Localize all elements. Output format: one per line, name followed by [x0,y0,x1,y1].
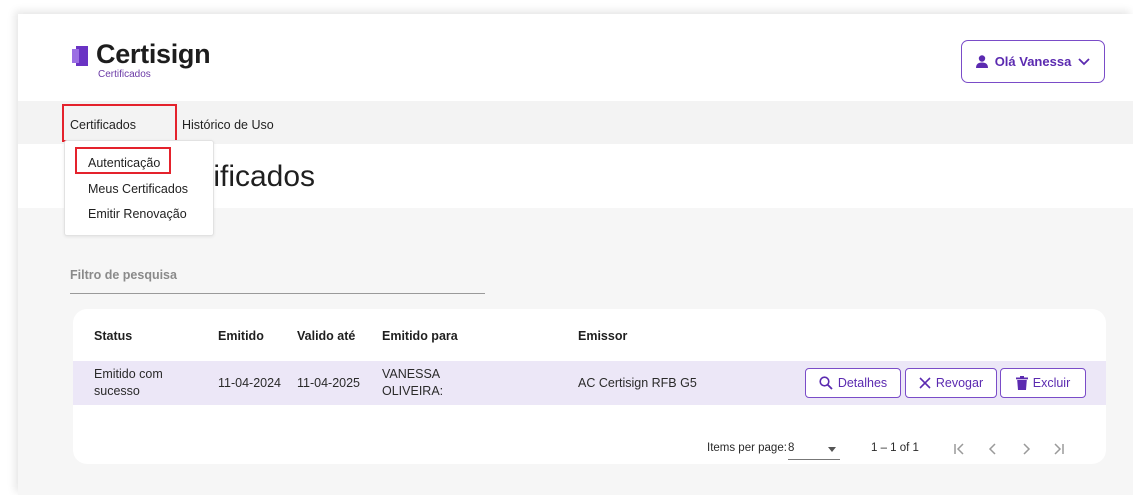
next-page-icon[interactable] [1016,439,1036,459]
certificates-table: Status Emitido Valido até Emitido para E… [73,309,1106,464]
brand-name: Certisign [96,39,211,69]
cell-valido-ate: 11-04-2025 [297,376,361,390]
details-button[interactable]: Detalhes [805,368,901,398]
certisign-logo-icon [72,46,88,66]
cell-emissor: AC Certisign RFB G5 [578,376,697,390]
search-filter-underline [70,293,485,294]
menu-item-emitir-renovacao[interactable]: Emitir Renovação [88,207,187,221]
highlight-box-autenticacao [75,147,171,174]
top-nav: Certificados Histórico de Uso [18,101,1133,144]
revoke-button[interactable]: Revogar [905,368,997,398]
page-size-value: 8 [788,442,795,454]
items-per-page-label: Items per page: [707,442,787,454]
details-button-label: Detalhes [837,376,888,390]
person-icon [975,55,988,68]
revoke-button-label: Revogar [935,376,984,390]
cell-status: Emitido com sucesso [94,367,163,398]
last-page-icon[interactable] [1048,439,1068,459]
column-header-status: Status [94,329,133,343]
column-header-emitido: Emitido [218,329,264,343]
page-size-underline [788,459,840,460]
dropdown-arrow-icon [828,447,836,452]
column-header-emitido-para: Emitido para [382,329,458,343]
page-size-select[interactable]: 8 [788,442,840,460]
nav-item-historico-de-uso[interactable]: Histórico de Uso [182,118,274,132]
table-row: Emitido com sucesso 11-04-2024 11-04-202… [73,361,1106,405]
cell-emitido-para: VANESSA OLIVEIRA: [382,367,444,398]
delete-button-label: Excluir [1032,376,1071,390]
app-window: Certisign Certificados Olá Vanessa Certi… [18,14,1133,495]
prev-page-icon[interactable] [983,439,1003,459]
first-page-icon[interactable] [950,439,970,459]
search-icon [819,376,833,390]
header: Certisign Certificados Olá Vanessa [18,14,1133,101]
highlight-box-certificados [62,104,177,142]
menu-item-meus-certificados[interactable]: Meus Certificados [88,182,188,196]
search-filter: Filtro de pesquisa [70,264,485,294]
certificados-dropdown-menu: Autenticação Meus Certificados Emitir Re… [64,140,214,236]
delete-button[interactable]: Excluir [1000,368,1086,398]
user-menu-button[interactable]: Olá Vanessa [961,40,1105,83]
page-title: tificados [205,160,316,193]
chevron-down-icon [1078,57,1090,65]
column-header-valido-ate: Valido até [297,329,356,343]
search-filter-input[interactable] [70,264,485,292]
pagination-range: 1 – 1 of 1 [871,442,919,454]
brand-subtitle: Certificados [98,69,151,80]
cell-emitido: 11-04-2024 [218,376,282,390]
column-header-emissor: Emissor [578,329,628,343]
close-icon [919,377,931,389]
user-greeting: Olá Vanessa [994,54,1072,69]
trash-icon [1015,376,1028,390]
